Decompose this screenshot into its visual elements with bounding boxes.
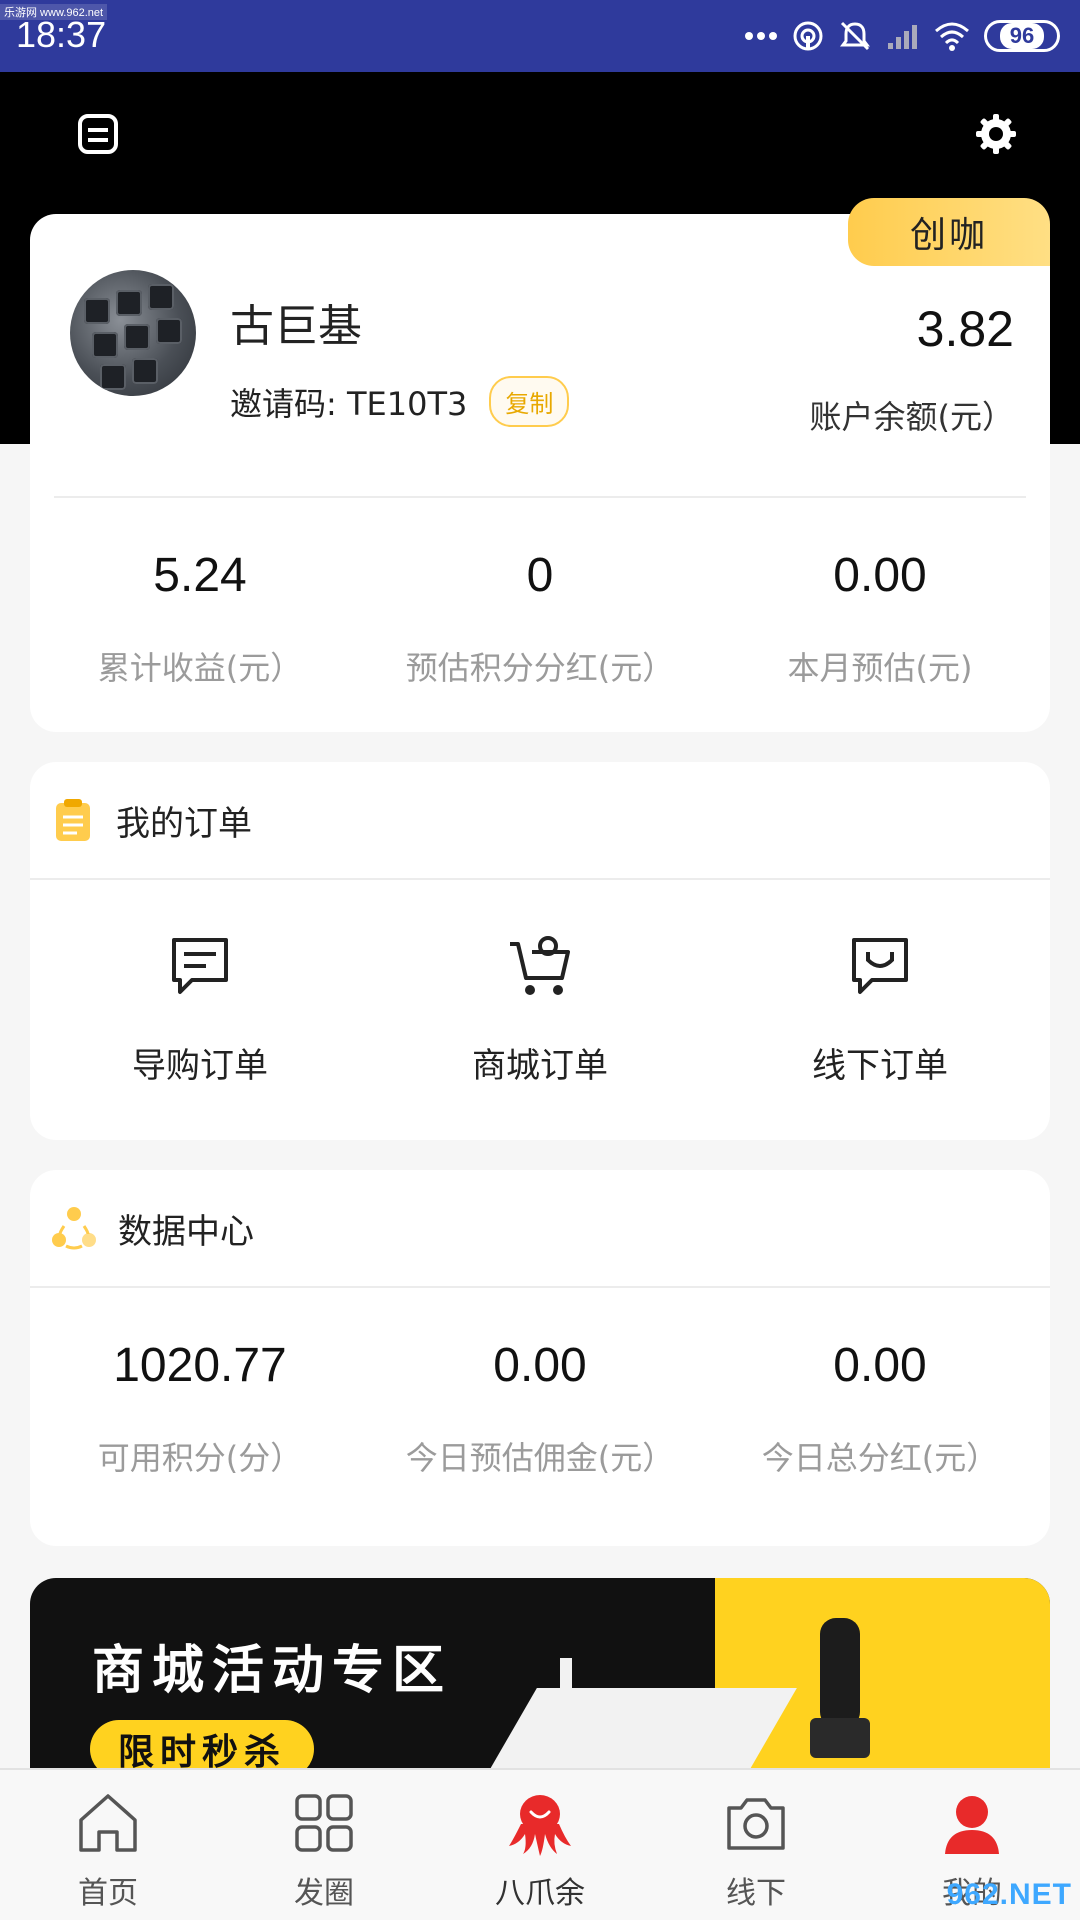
stat-label: 可用积分(分） — [97, 1439, 303, 1477]
home-icon — [79, 1794, 137, 1852]
data-section-header: 数据中心 — [30, 1170, 1050, 1288]
banner-title: 商城活动专区 — [92, 1641, 453, 1701]
avatar[interactable] — [70, 270, 196, 396]
bottom-nav: 首页 发圈 八爪余 线下 我的 962.NET — [0, 1768, 1080, 1920]
data-center-card: 数据中心 1020.77 可用积分(分） 0.00 今日预估佣金(元） 0.00… — [30, 1170, 1050, 1546]
nav-offline-label: 线下 — [726, 1876, 786, 1911]
status-icons: 96 — [744, 18, 1060, 54]
stat-label: 本月预估(元) — [787, 649, 973, 687]
status-time: 18:37 — [16, 14, 107, 55]
settings-gear-icon[interactable] — [974, 112, 1018, 156]
stat-label: 预估积分分红(元） — [405, 649, 675, 687]
order-guide-label: 导购订单 — [132, 1046, 268, 1086]
stat-value: 0 — [526, 549, 554, 602]
stat-label: 累计收益(元） — [97, 649, 303, 687]
battery-indicator: 96 — [984, 20, 1060, 52]
nav-octopus-label: 八爪余 — [495, 1876, 585, 1911]
stat-today-commission[interactable]: 0.00 今日预估佣金(元） — [370, 1338, 710, 1479]
order-mall-label: 商城订单 — [472, 1046, 608, 1086]
invite-row: 邀请码: TE10T3 复制 — [230, 376, 570, 427]
banner-chair-leg — [560, 1658, 572, 1768]
stat-value: 0.00 — [493, 1339, 587, 1392]
camera-icon — [727, 1798, 785, 1850]
nav-home[interactable]: 首页 — [0, 1770, 216, 1920]
mute-bell-icon — [840, 21, 870, 51]
message-box-icon[interactable] — [76, 112, 120, 156]
stat-today-dividend[interactable]: 0.00 今日总分红(元） — [710, 1338, 1050, 1479]
order-mall-button[interactable]: 商城订单 — [370, 932, 710, 1087]
nav-home-label: 首页 — [78, 1876, 138, 1911]
invite-code-label: 邀请码: TE10T3 — [230, 384, 468, 423]
battery-level: 96 — [999, 23, 1045, 49]
more-dots-icon — [745, 32, 777, 40]
clipboard-icon — [56, 799, 90, 841]
level-badge: 创咖 — [848, 198, 1050, 266]
nav-octopus[interactable]: 八爪余 — [432, 1770, 648, 1920]
my-orders-card: 我的订单 导购订单 商城订单 线下订单 — [30, 762, 1050, 1140]
banner-plant — [820, 1618, 860, 1728]
status-bar: 乐游网 www.962.net 18:37 96 — [0, 0, 1080, 72]
message-square-icon — [172, 938, 228, 994]
user-icon — [945, 1796, 999, 1854]
octopus-icon — [509, 1795, 571, 1856]
order-offline-button[interactable]: 线下订单 — [710, 932, 1050, 1087]
hotspot-icon — [793, 21, 823, 51]
stat-available-points[interactable]: 1020.77 可用积分(分） — [30, 1338, 370, 1479]
stat-value: 0.00 — [833, 549, 927, 602]
order-offline-label: 线下订单 — [812, 1046, 948, 1086]
divider — [54, 496, 1026, 498]
banner-pot — [810, 1718, 870, 1758]
data-section-title: 数据中心 — [118, 1211, 254, 1252]
orders-section-header: 我的订单 — [30, 762, 1050, 880]
data-stats-row: 1020.77 可用积分(分） 0.00 今日预估佣金(元） 0.00 今日总分… — [30, 1338, 1050, 1479]
earnings-stats-row: 5.24 累计收益(元） 0 预估积分分红(元） 0.00 本月预估(元) — [30, 548, 1050, 689]
stat-value: 1020.77 — [113, 1339, 287, 1392]
copy-button[interactable]: 复制 — [489, 376, 570, 427]
orders-row: 导购订单 商城订单 线下订单 — [30, 932, 1050, 1087]
banner-chair-shape — [479, 1688, 797, 1768]
stat-estimated-dividend[interactable]: 0 预估积分分红(元） — [370, 548, 710, 689]
nav-moments-label: 发圈 — [294, 1876, 354, 1911]
nav-offline[interactable]: 线下 — [648, 1770, 864, 1920]
mall-activity-banner[interactable]: 商城活动专区 限时秒杀 — [30, 1578, 1050, 1768]
grid-icon — [295, 1794, 353, 1852]
user-name: 古巨基 — [230, 301, 362, 352]
signal-icon — [888, 25, 917, 49]
banner-flash-sale-pill: 限时秒杀 — [90, 1720, 315, 1768]
stat-label: 今日预估佣金(元） — [405, 1439, 675, 1477]
watermark-bottom: 962.NET — [946, 1878, 1072, 1911]
share-nodes-icon — [52, 1207, 96, 1250]
stat-value: 0.00 — [833, 1339, 927, 1392]
cart-icon — [510, 936, 570, 995]
stat-label: 今日总分红(元） — [761, 1439, 999, 1477]
nav-moments[interactable]: 发圈 — [216, 1770, 432, 1920]
stat-value: 5.24 — [153, 549, 247, 602]
smile-bag-icon — [852, 938, 908, 994]
order-guide-button[interactable]: 导购订单 — [30, 932, 370, 1087]
profile-card: 创咖 古巨基 邀请码: TE10T3 复制 3.82 账户余额(元） 5.24 … — [30, 198, 1050, 732]
balance-value: 3.82 — [916, 301, 1014, 357]
wifi-icon — [935, 22, 969, 51]
balance-label: 账户余额(元） — [809, 398, 1015, 436]
stat-month-estimate[interactable]: 0.00 本月预估(元) — [710, 548, 1050, 689]
orders-section-title: 我的订单 — [116, 803, 252, 844]
stat-total-earnings[interactable]: 5.24 累计收益(元） — [30, 548, 370, 689]
